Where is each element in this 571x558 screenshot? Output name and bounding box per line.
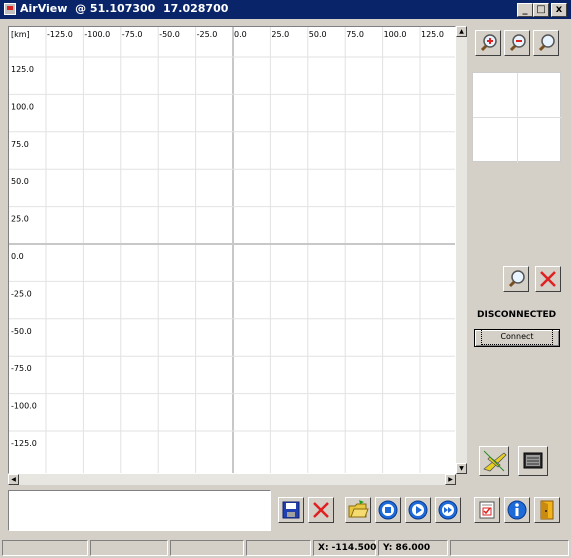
- map-canvas[interactable]: [km] -125.0 -100.0 -75.0 -50.0 -25.0 0.0 25.0 50…: [8, 26, 456, 474]
- save-button[interactable]: [278, 497, 304, 523]
- scroll-up-button[interactable]: ▲: [456, 26, 467, 37]
- map-x-tick-label: 125.0: [421, 30, 444, 39]
- map-y-tick-label: 0.0: [11, 252, 24, 261]
- list-icon: [523, 452, 543, 469]
- record-icon: [378, 500, 398, 520]
- zoom-in-button[interactable]: [475, 30, 501, 56]
- floppy-disk-icon: [282, 501, 300, 519]
- y-coordinate-readout: Y: 86.000: [378, 540, 448, 556]
- app-icon: [4, 3, 16, 15]
- status-cell-3: [170, 540, 244, 556]
- red-x-icon: [313, 502, 329, 518]
- aircraft-button[interactable]: [479, 446, 509, 476]
- map-x-tick-label: -100.0: [84, 30, 110, 39]
- connection-status: DISCONNECTED: [477, 310, 557, 320]
- clear-button[interactable]: [535, 266, 561, 292]
- status-cell-1: [2, 540, 88, 556]
- overview-minimap[interactable]: [472, 72, 562, 163]
- info-icon: [507, 500, 527, 520]
- map-x-tick-label: 50.0: [309, 30, 327, 39]
- status-bar: X: -114.500 Y: 86.000: [0, 538, 571, 558]
- title-bar: AirView @ 51.107300 17.028700 _ □ x: [0, 0, 571, 19]
- info-button[interactable]: [504, 497, 530, 523]
- play-icon: [408, 500, 428, 520]
- status-cell-7: [450, 540, 569, 556]
- vertical-scrollbar[interactable]: ▲ ▼: [456, 26, 467, 474]
- scroll-down-button[interactable]: ▼: [456, 463, 467, 474]
- connect-label: Connect: [481, 329, 553, 345]
- connect-button[interactable]: Connect: [474, 329, 560, 347]
- aircraft-icon: [483, 450, 507, 472]
- minimize-button[interactable]: _: [517, 3, 533, 17]
- map-y-tick-label: 125.0: [11, 65, 34, 74]
- zoom-out-icon: [509, 34, 526, 52]
- map-y-tick-label: -100.0: [11, 402, 37, 411]
- map-y-tick-label: 100.0: [11, 102, 34, 111]
- record-button[interactable]: [375, 497, 401, 523]
- map-y-tick-label: -25.0: [11, 289, 32, 298]
- map-x-tick-label: -25.0: [197, 30, 218, 39]
- settings-button[interactable]: [474, 497, 500, 523]
- status-cell-4: [246, 540, 311, 556]
- window-title: AirView @ 51.107300 17.028700: [20, 2, 229, 15]
- map-y-tick-label: -75.0: [11, 364, 32, 373]
- map-x-tick-label: -125.0: [47, 30, 73, 39]
- zoom-reset-button[interactable]: [533, 30, 559, 56]
- search-button[interactable]: [503, 266, 529, 292]
- zoom-in-icon: [480, 34, 497, 52]
- magnifier-icon: [508, 270, 525, 288]
- checklist-icon: [479, 501, 495, 519]
- scroll-left-button[interactable]: ◀: [8, 474, 19, 485]
- map-x-tick-label: 25.0: [271, 30, 289, 39]
- exit-button[interactable]: [534, 497, 560, 523]
- maximize-button[interactable]: □: [533, 3, 549, 17]
- map-y-tick-label: -125.0: [11, 439, 37, 448]
- map-x-tick-label: 75.0: [346, 30, 364, 39]
- exit-door-icon: [540, 500, 554, 520]
- map-x-tick-label: 0.0: [234, 30, 247, 39]
- play-button[interactable]: [405, 497, 431, 523]
- airview-window: AirView @ 51.107300 17.028700 _ □ x [km]…: [0, 0, 571, 558]
- map-unit-label: [km]: [11, 30, 30, 39]
- map-y-tick-label: -50.0: [11, 327, 32, 336]
- close-window-button[interactable]: x: [551, 3, 567, 17]
- list-button[interactable]: [518, 446, 548, 476]
- magnifier-icon: [538, 34, 555, 52]
- map-x-tick-label: 100.0: [384, 30, 407, 39]
- map-grid: [km] -125.0 -100.0 -75.0 -50.0 -25.0 0.0 25.0 50…: [9, 27, 455, 473]
- fast-forward-icon: [438, 500, 458, 520]
- scroll-right-button[interactable]: ▶: [445, 474, 456, 485]
- map-y-tick-label: 75.0: [11, 140, 29, 149]
- red-x-icon: [540, 271, 556, 287]
- status-cell-2: [90, 540, 168, 556]
- open-button[interactable]: [345, 497, 371, 523]
- zoom-out-button[interactable]: [504, 30, 530, 56]
- message-box[interactable]: [8, 490, 271, 531]
- map-y-tick-label: 25.0: [11, 215, 29, 224]
- map-x-tick-label: -75.0: [122, 30, 143, 39]
- fast-forward-button[interactable]: [435, 497, 461, 523]
- x-coordinate-readout: X: -114.500: [313, 540, 376, 556]
- horizontal-scrollbar[interactable]: ◀ ▶: [8, 474, 456, 485]
- map-x-tick-label: -50.0: [159, 30, 180, 39]
- delete-button[interactable]: [308, 497, 334, 523]
- minimap-v-line: [517, 73, 518, 163]
- folder-open-icon: [348, 500, 369, 518]
- map-y-tick-label: 50.0: [11, 177, 29, 186]
